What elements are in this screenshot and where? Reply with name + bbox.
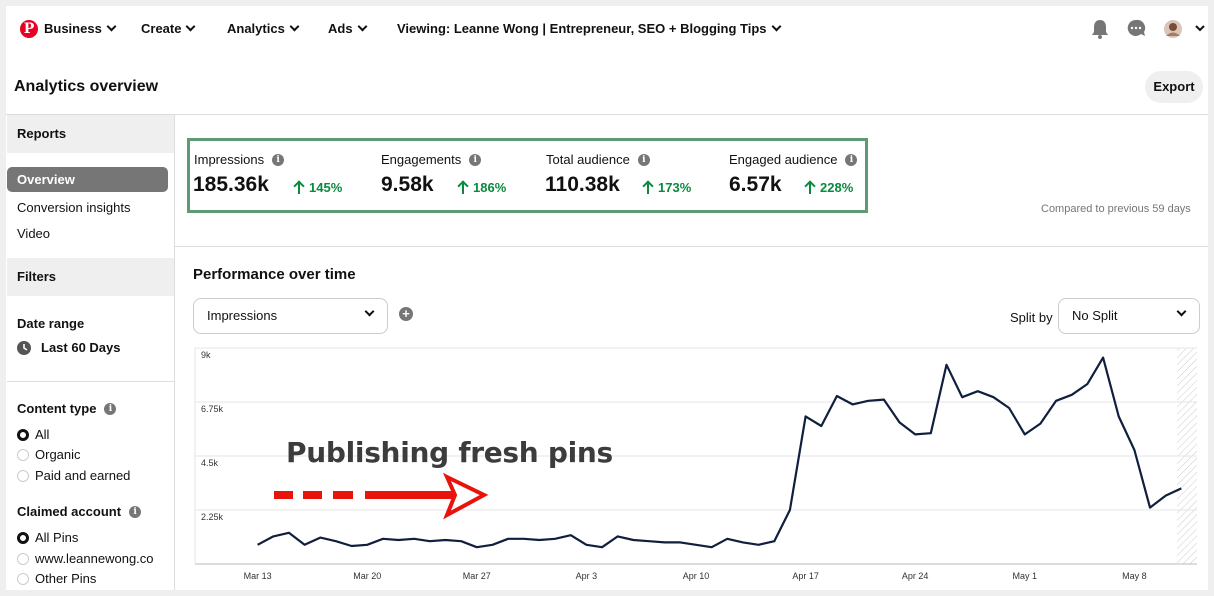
x-tick-label: Apr 24 (901, 571, 929, 581)
x-tick-label: Apr 17 (792, 571, 819, 581)
arrow-dash (274, 491, 293, 499)
x-tick-label: Apr 10 (682, 571, 710, 581)
arrow-dash (303, 491, 322, 499)
annotation-arrow (274, 472, 489, 520)
arrow-head (442, 472, 489, 520)
arrow-dash (333, 491, 353, 499)
y-tick-label: 6.75k (201, 404, 224, 414)
annotation-text: Publishing fresh pins (286, 436, 613, 469)
x-tick-label: May 8 (1122, 571, 1147, 581)
x-tick-label: Mar 13 (243, 571, 272, 581)
y-tick-label: 4.5k (201, 458, 219, 468)
y-tick-label: 9k (201, 350, 211, 360)
x-tick-label: May 1 (1012, 571, 1038, 581)
performance-chart (194, 347, 1197, 565)
x-tick-label: Mar 20 (353, 571, 382, 581)
y-tick-label: 2.25k (201, 512, 224, 522)
arrow-shaft (365, 491, 457, 499)
x-tick-label: Mar 27 (462, 571, 491, 581)
x-tick-label: Apr 3 (575, 571, 598, 581)
